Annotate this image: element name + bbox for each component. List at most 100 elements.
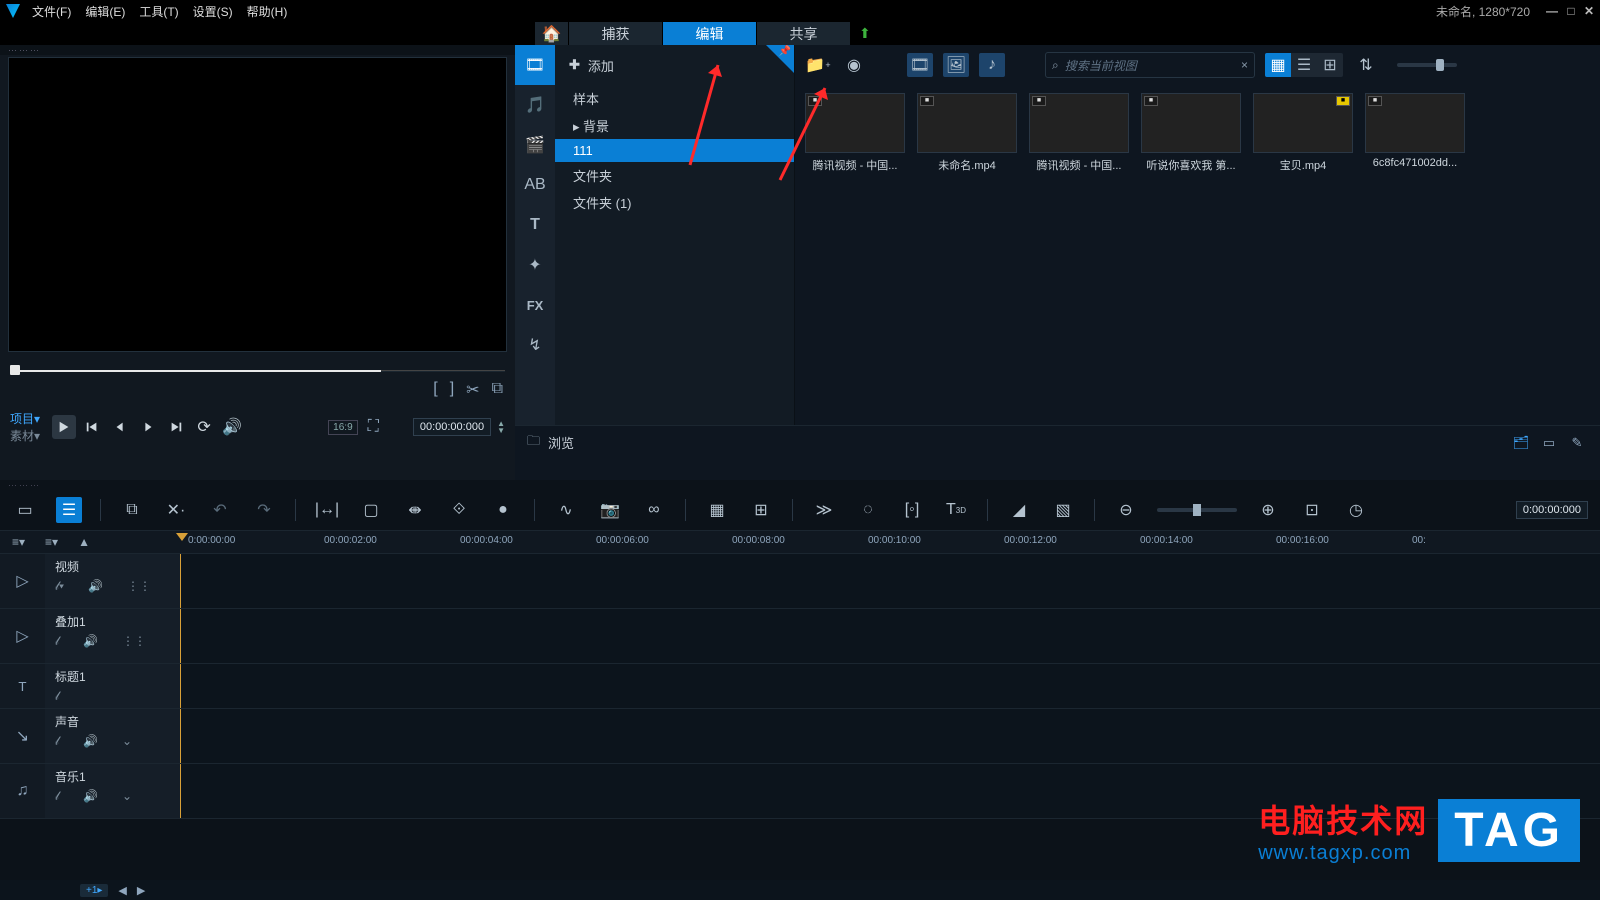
- media-item[interactable]: ■6c8fc471002dd...: [1365, 93, 1465, 173]
- maximize-icon[interactable]: □: [1567, 4, 1574, 18]
- time-ruler[interactable]: 0:00:00:00 00:00:02:00 00:00:04:00 00:00…: [180, 531, 1600, 553]
- track-type-overlay-icon[interactable]: ▷: [0, 609, 45, 663]
- timeline-zoom-slider[interactable]: [1157, 508, 1237, 512]
- motion-icon[interactable]: ◌: [855, 497, 881, 523]
- zoom-in-icon[interactable]: ⊕: [1255, 497, 1281, 523]
- scissors-icon[interactable]: ✂: [466, 380, 479, 400]
- menu-edit[interactable]: 编辑(E): [85, 3, 125, 20]
- media-item[interactable]: ■宝贝.mp4: [1253, 93, 1353, 173]
- multicam-icon[interactable]: ▦: [704, 497, 730, 523]
- volume-icon[interactable]: 🔊: [220, 415, 244, 439]
- goto-start-icon[interactable]: [80, 415, 104, 439]
- mask-icon[interactable]: ◢: [1006, 497, 1032, 523]
- scrub-thumb[interactable]: [10, 365, 20, 375]
- tab-capture[interactable]: 捕获: [569, 22, 663, 45]
- add-track-button[interactable]: +1▸: [80, 884, 108, 897]
- redo-icon[interactable]: ↷: [251, 497, 277, 523]
- tab-edit[interactable]: 编辑: [663, 22, 757, 45]
- track-overlay1[interactable]: ▷ 叠加1𝓁🔊⋮⋮: [0, 609, 1600, 664]
- clip-tab-icon[interactable]: 🎬: [515, 125, 555, 165]
- filter-video-icon[interactable]: 🎞: [907, 53, 933, 77]
- audio-wave-icon[interactable]: ∿: [553, 497, 579, 523]
- preview-tab-project[interactable]: 项目▾: [10, 410, 40, 427]
- media-item[interactable]: ■腾讯视频 - 中国...: [805, 93, 905, 173]
- media-item[interactable]: ■腾讯视频 - 中国...: [1029, 93, 1129, 173]
- mark-range-icon[interactable]: |↔|: [314, 497, 340, 523]
- browse-icon[interactable]: 🗀: [527, 432, 540, 454]
- expand-icon[interactable]: ⛶: [368, 418, 379, 436]
- tab-share[interactable]: 共享: [757, 22, 851, 45]
- preview-video[interactable]: [8, 57, 507, 352]
- panel-grip-icon[interactable]: ⋯⋯⋯: [0, 45, 515, 55]
- title-tab-icon[interactable]: T: [515, 205, 555, 245]
- view-detail-icon[interactable]: ⊞: [1317, 53, 1343, 77]
- audio-tab-icon[interactable]: 🎵: [515, 85, 555, 125]
- menu-file[interactable]: 文件(F): [32, 3, 71, 20]
- mute-icon[interactable]: 🔊: [88, 579, 103, 594]
- minimize-icon[interactable]: —: [1546, 4, 1558, 18]
- fx-tab-icon[interactable]: FX: [515, 285, 555, 325]
- track-title1[interactable]: T 标题1𝓁: [0, 664, 1600, 709]
- fit-icon[interactable]: ▢: [358, 497, 384, 523]
- play-button[interactable]: [52, 415, 76, 439]
- preview-tab-material[interactable]: 素材▾: [10, 427, 40, 444]
- mute-icon[interactable]: 🔊: [83, 789, 98, 804]
- media-item[interactable]: ■听说你喜欢我 第...: [1141, 93, 1241, 173]
- step-fwd-icon[interactable]: [136, 415, 160, 439]
- timeline-grip-icon[interactable]: ⋯⋯⋯: [0, 480, 1600, 490]
- link-icon[interactable]: 𝓁: [55, 634, 59, 649]
- link-icon[interactable]: 𝓁: [55, 789, 59, 804]
- track-sound[interactable]: ↘ 声音𝓁🔊⌄: [0, 709, 1600, 764]
- duration-icon[interactable]: ◷: [1343, 497, 1369, 523]
- zoom-out-icon[interactable]: ⊖: [1113, 497, 1139, 523]
- loop-icon[interactable]: ⟳: [192, 415, 216, 439]
- mute-icon[interactable]: 🔊: [83, 734, 98, 749]
- clear-search-icon[interactable]: ×: [1241, 58, 1248, 72]
- tree-item-background[interactable]: ▸背景: [555, 112, 794, 139]
- preview-timecode[interactable]: 00:00:00:000: [413, 418, 491, 436]
- undo-icon[interactable]: ↶: [207, 497, 233, 523]
- speed-icon[interactable]: ≫: [811, 497, 837, 523]
- tools-icon[interactable]: ✕·: [163, 497, 189, 523]
- grid-icon[interactable]: ⊞: [748, 497, 774, 523]
- search-input[interactable]: ⌕ 搜索当前视图 ×: [1045, 52, 1255, 78]
- tree-item-sample[interactable]: 样本: [555, 85, 794, 112]
- grid-snap-icon[interactable]: ⋮⋮: [127, 579, 151, 594]
- edit-view-icon[interactable]: ✎: [1566, 434, 1588, 452]
- link-icon[interactable]: 𝓁: [55, 734, 59, 749]
- path-tab-icon[interactable]: ↯: [515, 325, 555, 365]
- home-button[interactable]: 🏠: [535, 22, 569, 45]
- folder-view-icon[interactable]: 🗂: [1510, 434, 1532, 452]
- track-video[interactable]: ▷ 视频𝓁▾🔊⋮⋮: [0, 554, 1600, 609]
- link-icon[interactable]: 𝓁▾: [55, 579, 64, 594]
- copy-icon[interactable]: ⧉: [119, 497, 145, 523]
- mute-icon[interactable]: 🔊: [83, 634, 98, 649]
- tree-item-folder-1[interactable]: 文件夹 (1): [555, 189, 794, 216]
- chevron-down-icon[interactable]: ⌄: [122, 734, 132, 749]
- tree-item-folder[interactable]: 文件夹: [555, 162, 794, 189]
- pin-flag-icon[interactable]: [766, 45, 794, 73]
- upload-icon[interactable]: ⬆: [859, 25, 871, 42]
- menu-settings[interactable]: 设置(S): [193, 3, 233, 20]
- grid-snap-icon[interactable]: ⋮⋮: [122, 634, 146, 649]
- camera-icon[interactable]: ◉: [841, 53, 867, 77]
- mark-out-icon[interactable]: ]: [450, 380, 454, 400]
- overlay-tab-icon[interactable]: ✦: [515, 245, 555, 285]
- import-folder-icon[interactable]: 📁+: [805, 53, 831, 77]
- scroll-right-icon[interactable]: ▶: [137, 884, 145, 897]
- snapshot-icon[interactable]: 📷: [597, 497, 623, 523]
- expand-tracks-icon[interactable]: ≡▾: [45, 535, 58, 549]
- aspect-ratio-label[interactable]: 16:9: [328, 420, 357, 435]
- timeline-timecode[interactable]: 0:00:00:000: [1516, 501, 1588, 519]
- view-list-icon[interactable]: ☰: [1291, 53, 1317, 77]
- step-back-icon[interactable]: [108, 415, 132, 439]
- color-icon[interactable]: ▧: [1050, 497, 1076, 523]
- track-type-sound-icon[interactable]: ↘: [0, 709, 45, 763]
- preview-scrubber[interactable]: [10, 362, 505, 380]
- record-icon[interactable]: ●: [490, 497, 516, 523]
- close-icon[interactable]: ✕: [1584, 4, 1594, 18]
- menu-help[interactable]: 帮助(H): [247, 3, 288, 20]
- chevron-down-icon[interactable]: ⌄: [122, 789, 132, 804]
- thumb-zoom-slider[interactable]: [1397, 63, 1457, 67]
- scroll-up-icon[interactable]: ▲: [78, 535, 90, 549]
